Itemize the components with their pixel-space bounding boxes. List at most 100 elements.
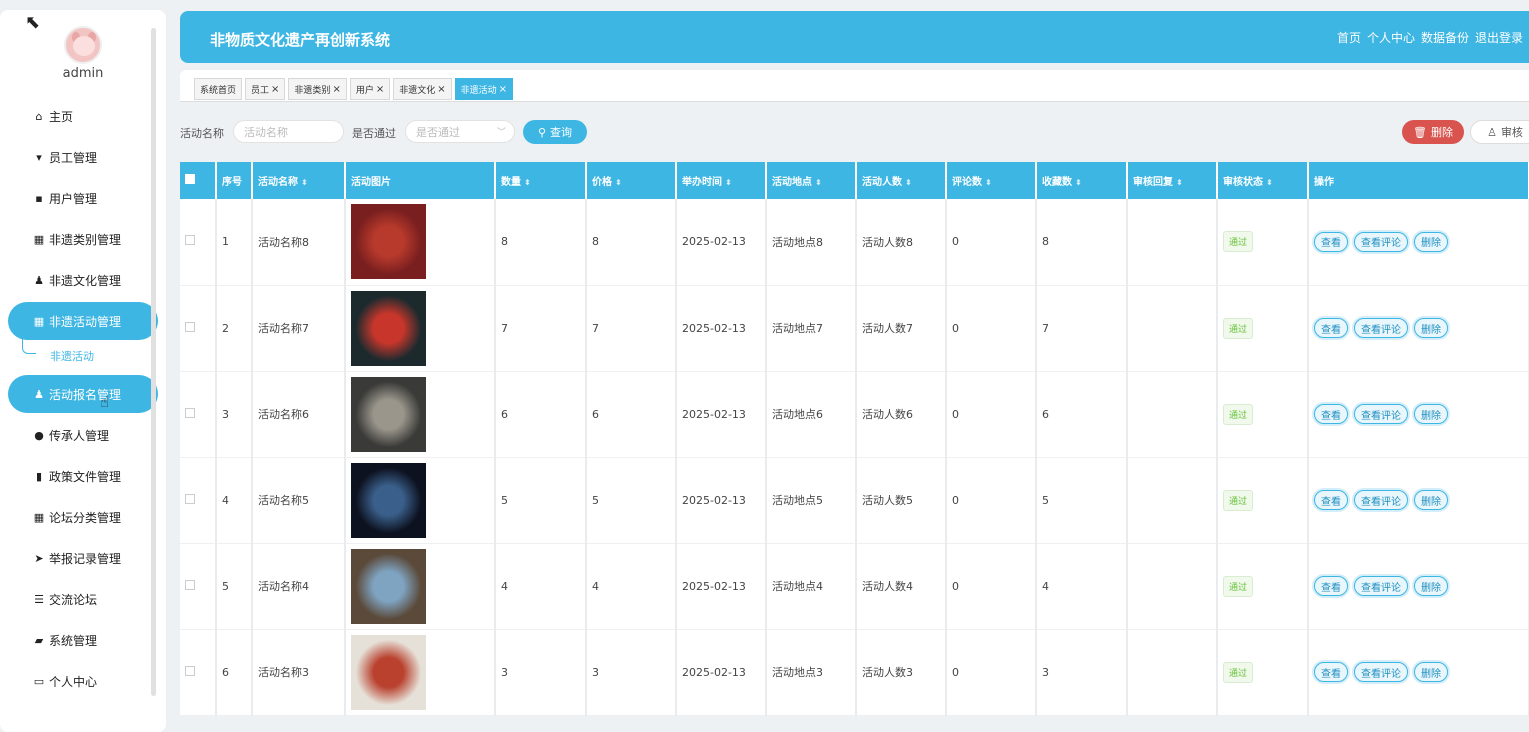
sidebar-item-3[interactable]: ▦ 非遗类别管理 (8, 220, 158, 258)
sort-icon[interactable]: ⬍ (524, 178, 531, 187)
sidebar-item-11[interactable]: ☰ 交流论坛 (8, 580, 158, 618)
view-comments-button[interactable]: 查看评论 (1354, 404, 1408, 424)
column-header-3[interactable]: 数量 ⬍ (495, 162, 587, 199)
sidebar-item-1[interactable]: ▾ 员工管理 (8, 138, 158, 176)
sort-icon[interactable]: ⬍ (1176, 178, 1183, 187)
delete-button[interactable]: 删除 (1414, 404, 1448, 424)
activity-image[interactable] (351, 204, 426, 280)
select-all-checkbox[interactable] (185, 174, 195, 184)
column-header-5[interactable]: 举办时间 ⬍ (676, 162, 767, 199)
delete-button[interactable]: 删除 (1414, 318, 1448, 338)
tab-list: 系统首页 员工 × 非遗类别 × 用户 × 非遗文化 × 非遗活动 × (194, 78, 514, 100)
view-comments-button[interactable]: 查看评论 (1354, 662, 1408, 682)
view-button[interactable]: 查看 (1314, 404, 1348, 424)
row-checkbox[interactable] (185, 321, 195, 332)
column-header-label: 数量 (501, 177, 521, 188)
column-header-10[interactable]: 审核回复 ⬍ (1127, 162, 1218, 199)
sidebar-item-0[interactable]: ⌂ 主页 (8, 97, 158, 135)
delete-button[interactable]: 删除 (1414, 662, 1448, 682)
activity-image[interactable] (351, 634, 426, 710)
delete-button[interactable]: 删除 (1414, 576, 1448, 596)
activity-image[interactable] (351, 376, 426, 452)
trash-icon: 🗑 (1413, 125, 1427, 139)
sort-icon[interactable]: ⬍ (301, 178, 308, 187)
header-link-3[interactable]: 退出登录 (1475, 29, 1523, 46)
sort-icon[interactable]: ⬍ (1075, 178, 1082, 187)
sidebar-item-4[interactable]: ♟ 非遗文化管理 (8, 261, 158, 299)
column-header-9[interactable]: 收藏数 ⬍ (1036, 162, 1128, 199)
header-link-1[interactable]: 个人中心 (1367, 29, 1415, 46)
view-button[interactable]: 查看 (1314, 318, 1348, 338)
sidebar-item-5[interactable]: ▦ 非遗活动管理 (8, 302, 158, 340)
hand-cursor-icon: ☝ (100, 393, 110, 411)
sort-icon[interactable]: ⬍ (905, 178, 912, 187)
sort-icon[interactable]: ⬍ (985, 178, 992, 187)
column-header-0[interactable]: 序号 (216, 162, 253, 199)
column-header-6[interactable]: 活动地点 ⬍ (766, 162, 857, 199)
sidebar-item-13[interactable]: ▭ 个人中心 (8, 662, 158, 700)
row-select-cell (180, 199, 217, 286)
column-header-4[interactable]: 价格 ⬍ (586, 162, 677, 199)
tab-2[interactable]: 非遗类别 × (288, 78, 347, 100)
sidebar-item-10[interactable]: ➤ 举报记录管理 (8, 539, 158, 577)
view-comments-button[interactable]: 查看评论 (1354, 490, 1408, 510)
view-button[interactable]: 查看 (1314, 231, 1348, 252)
avatar[interactable] (64, 26, 102, 64)
tab-0[interactable]: 系统首页 (194, 78, 243, 100)
submenu-item-activities[interactable]: 非遗活动 (22, 338, 166, 372)
column-header-1[interactable]: 活动名称 ⬍ (252, 162, 346, 199)
column-header-8[interactable]: 评论数 ⬍ (946, 162, 1037, 199)
sidebar-scrollbar[interactable] (151, 28, 156, 696)
activity-image[interactable] (351, 462, 426, 538)
activity-image[interactable] (351, 290, 426, 366)
sort-icon[interactable]: ⬍ (1266, 178, 1273, 187)
cell-comments: 0 (946, 457, 1037, 544)
audit-button[interactable]: ♙ 审核 (1470, 120, 1529, 144)
row-checkbox[interactable] (185, 579, 195, 590)
header-link-2[interactable]: 数据备份 (1421, 29, 1469, 46)
sort-icon[interactable]: ⬍ (725, 178, 732, 187)
sidebar-item-9[interactable]: ▦ 论坛分类管理 (8, 498, 158, 536)
row-checkbox[interactable] (185, 407, 195, 418)
batch-delete-button[interactable]: 🗑 删除 (1402, 120, 1464, 144)
close-icon[interactable]: × (499, 84, 507, 95)
sort-icon[interactable]: ⬍ (615, 178, 622, 187)
close-icon[interactable]: × (376, 84, 384, 95)
query-button[interactable]: ⚲ 查询 (523, 120, 587, 144)
activity-image[interactable] (351, 548, 426, 624)
header-link-0[interactable]: 首页 (1337, 29, 1361, 46)
activity-image-cell (345, 371, 496, 458)
activity-name-input[interactable]: 活动名称 (233, 120, 344, 143)
sidebar-item-8[interactable]: ▮ 政策文件管理 (8, 457, 158, 495)
sidebar-item-6[interactable]: ♟ 活动报名管理 (8, 375, 158, 413)
row-checkbox[interactable] (185, 665, 195, 676)
delete-button[interactable]: 删除 (1414, 231, 1448, 252)
sidebar-item-2[interactable]: ▪ 用户管理 (8, 179, 158, 217)
row-checkbox[interactable] (185, 493, 195, 504)
sidebar-item-12[interactable]: ▰ 系统管理 (8, 621, 158, 659)
close-icon[interactable]: × (332, 84, 340, 95)
row-checkbox[interactable] (185, 235, 195, 246)
pass-status-select[interactable]: 是否通过 ﹀ (405, 120, 515, 143)
view-button[interactable]: 查看 (1314, 662, 1348, 682)
tab-4[interactable]: 非遗文化 × (393, 78, 452, 100)
sidebar-item-label: 员工管理 (49, 150, 98, 165)
table-row: 2 活动名称7 7 7 2025-02-13 活动地点7 活动人数7 0 7 通过 查看 查看评论 删除 (180, 285, 1529, 372)
tab-1[interactable]: 员工 × (245, 78, 286, 100)
tab-3[interactable]: 用户 × (349, 78, 391, 100)
close-icon[interactable]: × (437, 84, 445, 95)
sidebar-item-7[interactable]: ● 传承人管理 (8, 416, 158, 454)
delete-button[interactable]: 删除 (1414, 490, 1448, 510)
view-button[interactable]: 查看 (1314, 490, 1348, 510)
column-header-7[interactable]: 活动人数 ⬍ (856, 162, 947, 199)
column-header-label: 价格 (592, 177, 612, 188)
close-icon[interactable]: × (271, 84, 279, 95)
view-comments-button[interactable]: 查看评论 (1354, 576, 1408, 596)
view-comments-button[interactable]: 查看评论 (1354, 231, 1408, 252)
column-header-11[interactable]: 审核状态 ⬍ (1217, 162, 1309, 199)
view-button[interactable]: 查看 (1314, 576, 1348, 596)
sort-icon[interactable]: ⬍ (815, 178, 822, 187)
column-header-12: 操作 (1308, 162, 1529, 199)
tab-5[interactable]: 非遗活动 × (454, 78, 514, 100)
view-comments-button[interactable]: 查看评论 (1354, 318, 1408, 338)
